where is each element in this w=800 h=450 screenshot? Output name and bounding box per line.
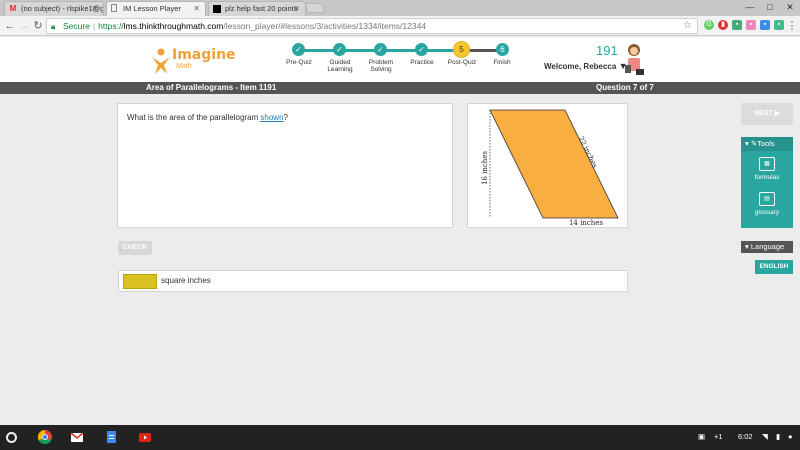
english-button[interactable]: ENGLISH [755,260,793,274]
book-icon[interactable]: ▤ [759,192,775,206]
close-icon[interactable]: ✕ [293,2,300,15]
formulas-label[interactable]: formulas [741,174,793,181]
user-menu[interactable]: Welcome, Rebecca ▼ [544,61,628,71]
url-scheme: https:// [98,21,124,31]
figure-card: 16 inches 22 inches 14 inches [467,103,628,228]
browser-toolbar: ← → ↻ 🔒︎ Secure | https://lms.thinkthrough… [0,16,800,36]
docs-app-icon[interactable] [104,430,118,444]
clock[interactable]: 6:02 [738,431,753,443]
maximize-icon[interactable]: □ [760,0,780,14]
tools-panel: ▾ ✎Tools ▦ formulas ▤ glossary [741,137,793,228]
bookmark-star-icon[interactable]: ☆ [683,19,692,33]
url-domain: lms.thinkthroughmath.com [123,21,224,31]
chrome-menu-icon[interactable]: ⋮ [786,19,798,33]
welcome-text: Welcome, Rebecca [544,62,617,71]
address-separator: | [92,21,96,31]
extension-teal-icon[interactable]: ▪ [774,20,784,30]
extension-green-icon[interactable]: ▪ [732,20,742,30]
step-post-quiz: 5 [453,41,470,58]
close-icon[interactable]: ✕ [91,2,98,15]
tools-title: Tools [757,139,775,148]
gmail-app-icon[interactable] [70,430,84,444]
language-title: Language [750,242,785,251]
notification-count[interactable]: +1 [714,431,723,443]
wifi-icon: ◥ [762,432,768,441]
tab-title: IM Lesson Player [123,4,181,13]
parallelogram-figure: 16 inches 22 inches 14 inches [481,109,619,227]
tab-brainly[interactable]: plz help fast 20 points ✕ [208,1,306,16]
grammarly-icon[interactable]: G [704,20,714,30]
url-path: /lesson_player/#lessons/3/activities/133… [223,21,427,31]
account-icon[interactable]: ● [788,431,793,443]
gmail-icon: M [9,4,17,13]
lesson-title-bar: Area of Parallelograms - Item 1191 Quest… [0,82,800,94]
step-practice: ✓ [415,43,428,56]
secure-label: Secure [63,21,90,31]
forward-icon[interactable]: → [18,19,30,33]
close-icon[interactable]: ✕ [193,2,200,15]
base-label: 14 inches [569,219,603,227]
new-tab-button[interactable] [304,3,326,13]
lesson-title: Area of Parallelograms - Item 1191 [146,83,277,92]
reload-icon[interactable]: ↻ [32,19,44,33]
lock-icon: 🔒︎ [51,22,56,31]
tab-title: plz help fast 20 points [225,4,298,13]
tab-gmail[interactable]: M (no subject) - rlspike1@g ✕ [4,1,104,16]
next-button[interactable]: NEXT ▶ [741,103,793,125]
question-card: What is the area of the parallelogram sh… [117,103,453,228]
extension-pink-icon[interactable]: ▪ [746,20,756,30]
calculator-icon[interactable]: ▦ [759,157,775,171]
avatar[interactable] [622,41,646,77]
extension-red-icon[interactable]: ▮ [718,20,728,30]
glossary-label[interactable]: glossary [741,209,793,216]
check-button[interactable]: CHECK [118,241,152,255]
question-prefix: What is the area of the parallelogram [127,113,261,122]
launcher-icon[interactable] [6,432,17,443]
points-counter: 191 [596,43,618,58]
tools-header[interactable]: ▾ ✎Tools [741,137,793,151]
answer-unit: square inches [161,276,211,285]
battery-icon: ▮ [776,432,781,441]
address-bar[interactable]: 🔒︎ Secure | https://lms.thinkthroughmath.c… [46,18,698,34]
brainly-icon [213,5,221,13]
imagine-math-logo-icon [152,48,170,74]
tab-lesson-player[interactable]: IM Lesson Player ✕ [106,1,206,16]
step-finish: 6 [496,43,509,56]
info-icon[interactable]: ⓘ [745,254,753,263]
os-taskbar: ▣ +1 6:02 ◥ ▮ ● [0,425,800,450]
notification-icon[interactable]: ▣ [698,431,705,443]
close-window-icon[interactable]: ✕ [780,0,800,14]
logo-subtext: Math [176,63,192,70]
browser-tab-strip: M (no subject) - rlspike1@g ✕ IM Lesson … [0,0,800,16]
extension-blue-icon[interactable]: ▪ [760,20,770,30]
chrome-icon[interactable] [38,430,52,444]
step-pre-quiz: ✓ [292,43,305,56]
app-header: Imagine Math ✓ Pre-Quiz ✓ Guided Learnin… [0,37,800,82]
answer-input[interactable] [123,274,157,289]
shown-link[interactable]: shown [260,113,283,122]
minimize-icon[interactable]: — [740,0,760,14]
step-label: Finish [493,59,511,66]
wrench-icon: ▾ ✎ [745,139,758,148]
answer-row: square inches [118,270,628,292]
page-icon [111,4,117,12]
question-suffix: ? [283,113,288,122]
logo-text: Imagine [172,47,236,63]
question-counter: Question 7 of 7 [596,83,654,92]
language-header[interactable]: ▾ Language ⓘ [741,241,793,263]
height-label: 16 inches [481,151,489,185]
step-problem-solving: ✓ [374,43,387,56]
back-icon[interactable]: ← [4,19,16,33]
youtube-app-icon[interactable] [138,430,152,444]
question-text: What is the area of the parallelogram sh… [127,113,288,122]
step-guided-learning: ✓ [333,43,346,56]
